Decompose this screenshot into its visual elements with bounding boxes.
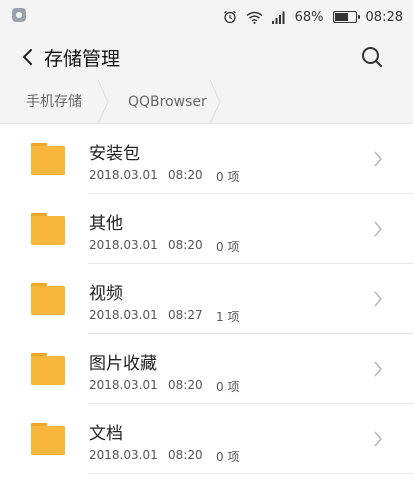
folder-name: 视频	[89, 284, 123, 304]
row-divider	[88, 473, 413, 474]
folder-icon	[31, 423, 65, 455]
folder-icon	[31, 283, 65, 315]
folder-time: 08:20	[168, 448, 203, 462]
title-bar: 存储管理	[0, 34, 413, 80]
folder-meta: 2018.03.01 08:20 0 项	[89, 378, 239, 395]
folder-time: 08:20	[168, 378, 203, 392]
breadcrumb-separator-icon	[97, 80, 109, 124]
breadcrumb-item-phone-storage[interactable]: 手机存储	[26, 80, 82, 124]
chevron-right-icon	[374, 291, 382, 307]
chevron-right-icon	[374, 151, 382, 167]
folder-date: 2018.03.01	[89, 378, 158, 392]
folder-icon	[31, 353, 65, 385]
page-title: 存储管理	[44, 48, 121, 70]
folder-item-count: 0 项	[216, 450, 240, 464]
folder-time: 08:27	[168, 308, 203, 322]
back-button[interactable]	[18, 45, 40, 69]
folder-icon	[31, 213, 65, 245]
breadcrumb-separator-icon	[209, 80, 221, 124]
battery-percent: 68%	[294, 9, 324, 25]
folder-name: 文档	[89, 424, 123, 444]
chevron-right-icon	[374, 361, 382, 377]
folder-meta: 2018.03.01 08:20 0 项	[89, 448, 239, 465]
battery-icon	[332, 11, 360, 23]
chevron-right-icon	[374, 221, 382, 237]
folder-row-other[interactable]: 其他 2018.03.01 08:20 0 项	[0, 194, 413, 264]
folder-item-count: 1 项	[216, 310, 240, 324]
breadcrumb-item-qqbrowser[interactable]: QQBrowser	[128, 80, 207, 124]
folder-name: 图片收藏	[89, 354, 157, 374]
folder-date: 2018.03.01	[89, 168, 158, 182]
signal-icon	[271, 11, 285, 24]
folder-item-count: 0 项	[216, 380, 240, 394]
folder-name: 其他	[89, 214, 123, 234]
folder-item-count: 0 项	[216, 240, 240, 254]
wifi-icon	[246, 11, 263, 24]
battery-fill	[334, 13, 348, 21]
folder-row-documents[interactable]: 文档 2018.03.01 08:20 0 项	[0, 404, 413, 474]
alarm-icon	[223, 10, 236, 24]
folder-date: 2018.03.01	[89, 448, 158, 462]
folder-item-count: 0 项	[216, 170, 240, 184]
status-bar: 68% 08:28	[0, 0, 413, 34]
folder-time: 08:20	[168, 168, 203, 182]
folder-date: 2018.03.01	[89, 238, 158, 252]
status-indicators: 68% 08:28	[223, 6, 403, 28]
folder-meta: 2018.03.01 08:20 0 项	[89, 238, 239, 255]
chevron-right-icon	[374, 431, 382, 447]
folder-row-installers[interactable]: 安装包 2018.03.01 08:20 0 项	[0, 124, 413, 194]
status-time: 08:28	[365, 9, 403, 25]
folder-meta: 2018.03.01 08:27 1 项	[89, 308, 239, 325]
folder-time: 08:20	[168, 238, 203, 252]
folder-icon	[31, 143, 65, 175]
back-chevron-icon	[23, 49, 32, 65]
folder-row-saved-images[interactable]: 图片收藏 2018.03.01 08:20 0 项	[0, 334, 413, 404]
folder-meta: 2018.03.01 08:20 0 项	[89, 168, 239, 185]
search-icon	[362, 47, 382, 67]
search-button[interactable]	[359, 44, 385, 70]
app-notification-icon	[12, 8, 26, 22]
folder-name: 安装包	[89, 144, 140, 164]
folder-date: 2018.03.01	[89, 308, 158, 322]
breadcrumb: 手机存储 QQBrowser	[0, 80, 413, 124]
folder-row-videos[interactable]: 视频 2018.03.01 08:27 1 项	[0, 264, 413, 334]
